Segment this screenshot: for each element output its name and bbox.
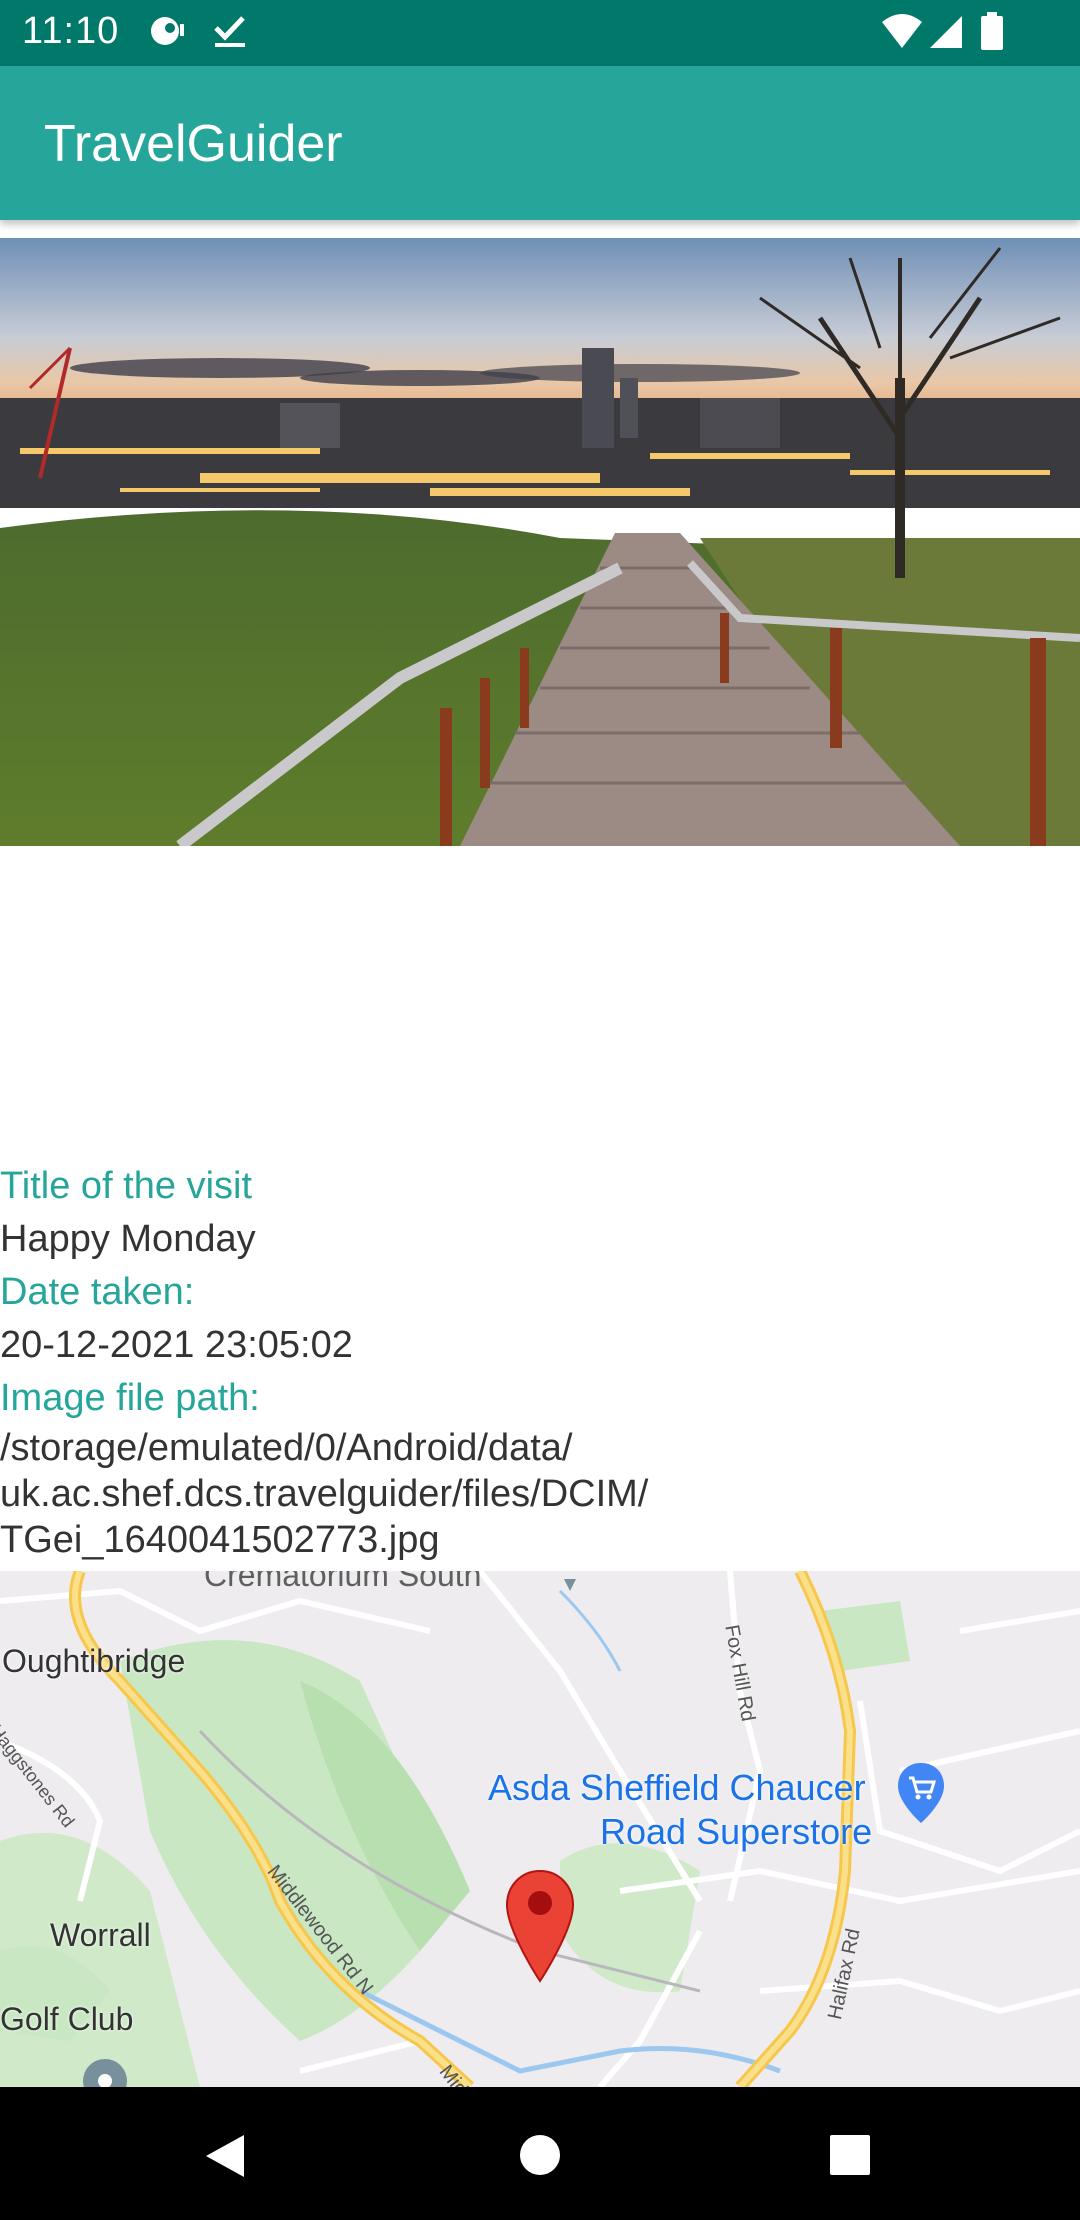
path-value-line1: /storage/emulated/0/Android/data/ [0,1427,573,1469]
shopping-cart-icon[interactable] [896,1761,946,1830]
date-label: Date taken: [0,1271,195,1313]
status-bar: 11:10 [0,0,1080,66]
visit-photo [0,238,1080,846]
app-bar: TravelGuider [0,66,1080,220]
path-value-line2: uk.ac.shef.dcs.travelguider/files/DCIM/ [0,1473,649,1515]
visit-info: Title of the visit Happy Monday Date tak… [0,1160,1080,1563]
status-time: 11:10 [22,10,120,52]
app-title: TravelGuider [44,115,343,173]
map-view[interactable]: Crematorium South Oughtibridge Worrall G… [0,1571,1080,2087]
map-label-golf-club: Golf Club [0,2001,134,2037]
signal-icon [928,12,964,57]
date-value: 20-12-2021 23:05:02 [0,1324,353,1366]
battery-icon [980,12,1004,57]
title-value: Happy Monday [0,1218,256,1260]
poi-label-line2[interactable]: Road Superstore [600,1811,872,1853]
home-icon[interactable] [518,2133,562,2182]
check-icon [212,12,248,55]
map-label-crematorium: Crematorium South [204,1571,482,1593]
poi-label-line1[interactable]: Asda Sheffield Chaucer [488,1767,866,1809]
title-label: Title of the visit [0,1165,253,1207]
map-label-oughtibridge: Oughtibridge [2,1643,186,1679]
recents-icon[interactable] [828,2133,872,2182]
path-value-line3: TGei_1640041502773.jpg [0,1519,440,1561]
map-label-worrall: Worrall [50,1917,151,1953]
notification-icon [148,12,186,55]
path-label: Image file path: [0,1377,260,1419]
back-icon[interactable] [204,2133,246,2184]
wifi-icon [880,12,924,57]
location-marker-icon[interactable] [505,1869,575,1988]
navigation-bar [0,2087,1080,2220]
